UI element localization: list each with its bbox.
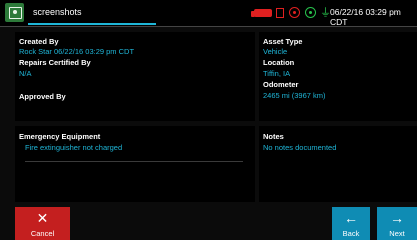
created-panel: Created By Rock Star 06/22/16 03:29 pm C… (15, 32, 255, 121)
truck-icon (251, 9, 272, 17)
emergency-panel: Emergency Equipment Fire extinguisher no… (15, 126, 255, 202)
close-icon: ✕ (36, 210, 49, 226)
location-value: Tiffin, IA (263, 69, 291, 78)
location-label: Location (263, 58, 295, 67)
back-label: Back (342, 229, 360, 238)
list-divider (25, 161, 243, 162)
cancel-label: Cancel (30, 229, 55, 238)
notes-value: No notes documented (263, 143, 337, 152)
approved-by-label: Approved By (19, 92, 66, 101)
arrow-left-icon: ← (344, 210, 358, 226)
odometer-value: 2465 mi (3967 km) (263, 91, 326, 100)
arrow-right-icon: → (390, 210, 404, 226)
cancel-button[interactable]: ✕ Cancel (15, 207, 70, 240)
emergency-equipment-label: Emergency Equipment (19, 132, 101, 141)
next-label: Next (389, 229, 405, 238)
plug-icon: ⏚ (320, 7, 331, 19)
top-bar: screenshots ⏚ 06/22/16 03:29 pm CDT (0, 0, 417, 27)
app-icon[interactable] (5, 3, 24, 22)
back-button[interactable]: ← Back (332, 207, 370, 240)
asset-type-value: Vehicle (263, 47, 288, 56)
asset-panel: Asset Type Vehicle Location Tiffin, IA O… (259, 32, 417, 121)
created-by-label: Created By (19, 37, 59, 46)
gps-icon (289, 7, 300, 18)
asset-type-label: Asset Type (263, 37, 303, 46)
repairs-certified-label: Repairs Certified By (19, 58, 91, 67)
repairs-certified-value: N/A (19, 69, 32, 78)
app-title: screenshots (33, 7, 82, 17)
notes-label: Notes (263, 132, 284, 141)
document-icon (276, 8, 284, 18)
active-tab-indicator (28, 23, 156, 25)
notes-panel: Notes No notes documented (259, 126, 417, 202)
odometer-label: Odometer (263, 80, 299, 89)
created-by-value: Rock Star 06/22/16 03:29 pm CDT (19, 47, 135, 56)
signal-icon (305, 7, 316, 18)
emergency-equipment-value[interactable]: Fire extinguisher not charged (25, 143, 122, 152)
status-datetime: 06/22/16 03:29 pm CDT (330, 7, 401, 27)
next-button[interactable]: → Next (377, 207, 417, 240)
